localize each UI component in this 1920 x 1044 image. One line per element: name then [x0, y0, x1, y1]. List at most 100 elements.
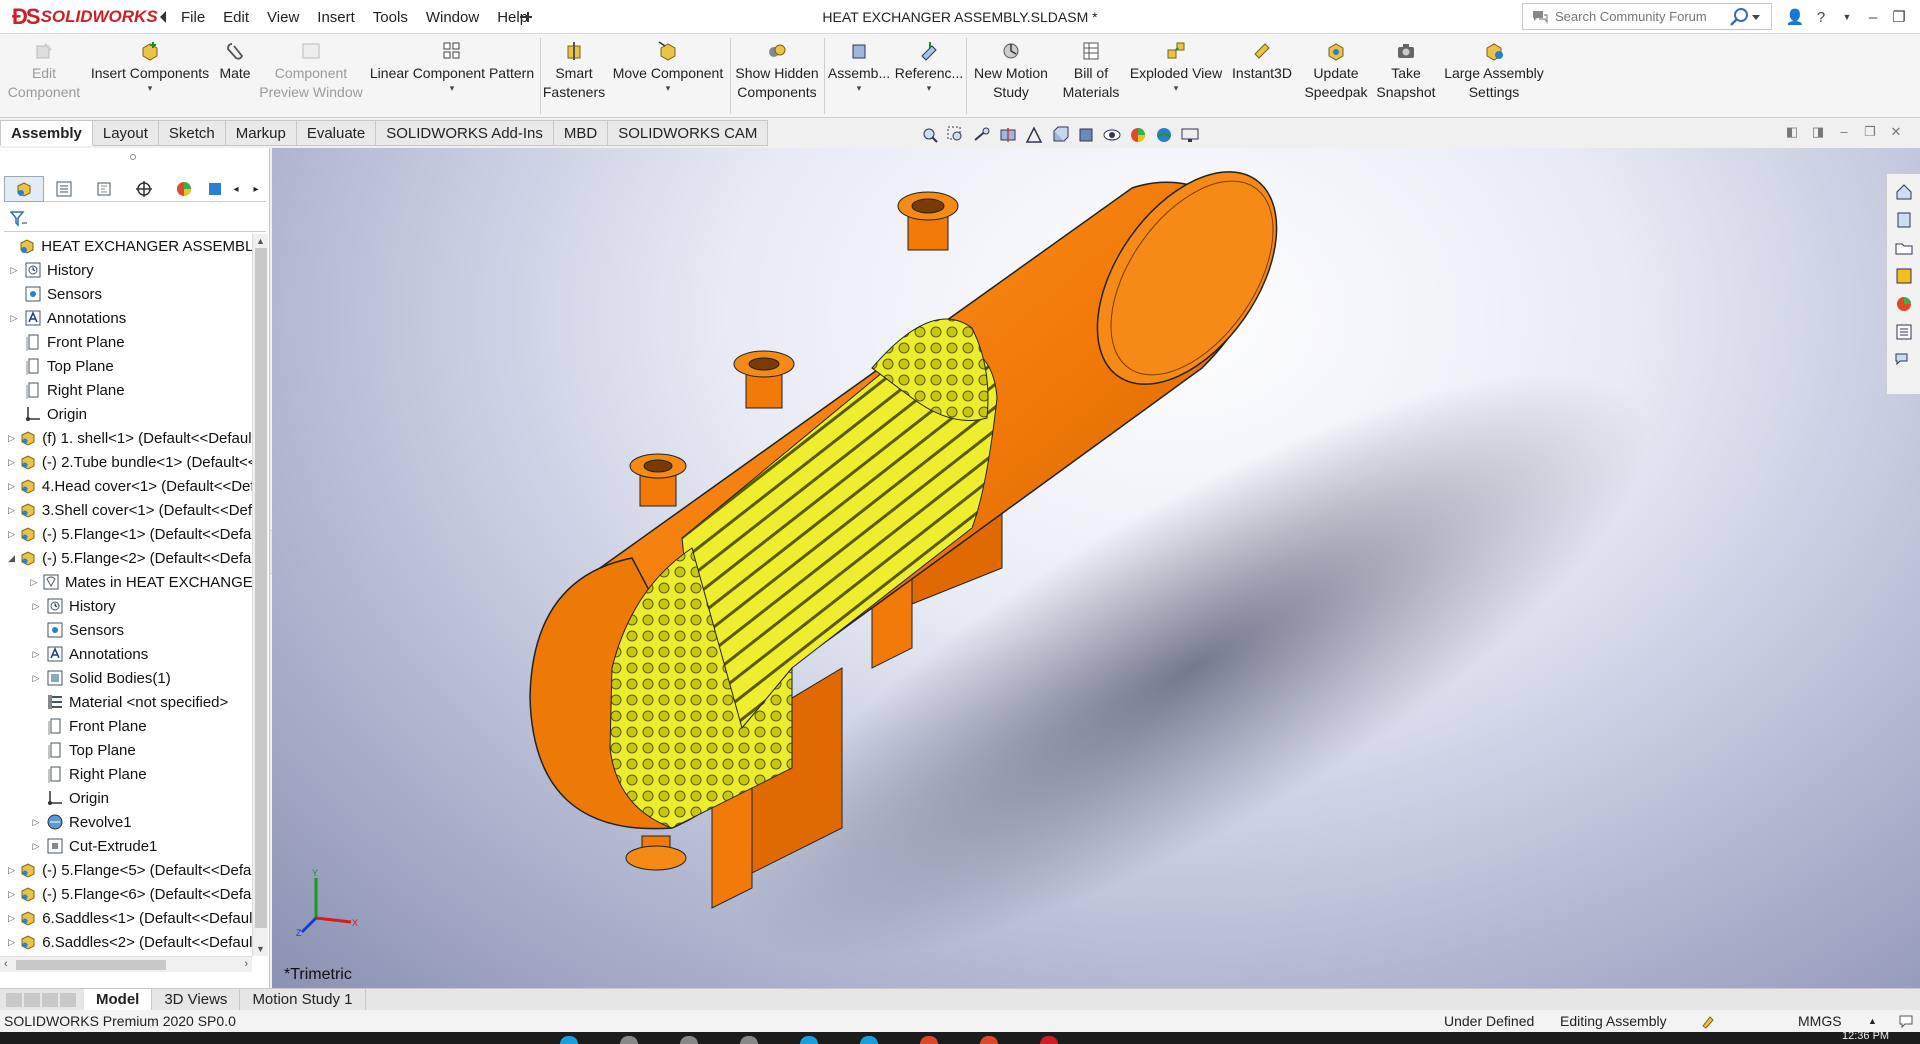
update-speedpak-button[interactable]: Update Speedpak: [1300, 40, 1372, 114]
apply-scene-icon[interactable]: [1154, 125, 1174, 145]
feature-manager-tab[interactable]: [4, 176, 44, 202]
chevron-right-icon[interactable]: ▷: [8, 528, 15, 540]
first-tab-icon[interactable]: [6, 992, 22, 1007]
viewport-restore-icon[interactable]: ❐: [1862, 124, 1878, 140]
edit-appearance-icon[interactable]: [1128, 125, 1148, 145]
chevron-right-icon[interactable]: ▷: [8, 432, 15, 444]
edit-component-button[interactable]: Edit Component: [6, 40, 82, 114]
chevron-down-icon[interactable]: ▾: [927, 83, 932, 93]
units-menu-arrow[interactable]: ▲: [1868, 1010, 1877, 1032]
forum-icon[interactable]: [1894, 350, 1914, 370]
split-view-icon[interactable]: ◧: [1784, 124, 1800, 140]
restore-icon[interactable]: ❐: [1886, 8, 1912, 26]
chevron-right-icon[interactable]: ▷: [30, 816, 42, 828]
search-dropdown-icon[interactable]: [1751, 12, 1761, 22]
dynamic-annotation-icon[interactable]: [1024, 125, 1044, 145]
chevron-right-icon[interactable]: ▷: [8, 312, 20, 324]
scroll-thumb[interactable]: [255, 248, 267, 928]
viewport-close-icon[interactable]: ✕: [1888, 124, 1904, 140]
tree-filter[interactable]: [4, 206, 266, 232]
scroll-up-icon[interactable]: ▲: [256, 236, 265, 246]
property-manager-tab[interactable]: [44, 176, 84, 202]
last-tab-icon[interactable]: [60, 992, 76, 1007]
chevron-right-icon[interactable]: ▷: [30, 672, 42, 684]
help-icon[interactable]: ?: [1808, 9, 1834, 26]
chevron-down-icon[interactable]: ▾: [450, 83, 455, 93]
tree-item[interactable]: ▷ Annotations: [0, 306, 252, 330]
scroll-left-icon[interactable]: ‹: [4, 958, 8, 970]
solidworks-logo[interactable]: ƉS SOLIDWORKS: [12, 4, 158, 30]
tab-layout[interactable]: Layout: [92, 120, 159, 146]
tab-3d-views[interactable]: 3D Views: [152, 988, 241, 1011]
tab-markup[interactable]: Markup: [225, 120, 297, 146]
tree-item[interactable]: ▷ 4.Head cover<1> (Default<<Default>_Disp…: [0, 474, 252, 498]
tree-item[interactable]: ▷ (-) 5.Flange<1> (Default<<Default>_Disp…: [0, 522, 252, 546]
menu-edit[interactable]: Edit: [214, 9, 258, 26]
insert-components-button[interactable]: Insert Components ▾: [88, 40, 212, 114]
tree-item[interactable]: Top Plane: [0, 738, 252, 762]
tooltip-chat-icon[interactable]: [1898, 1013, 1914, 1029]
chevron-right-icon[interactable]: ▷: [8, 264, 20, 276]
section-view-icon[interactable]: [998, 125, 1018, 145]
user-icon[interactable]: 👤: [1782, 8, 1808, 26]
move-component-button[interactable]: Move Component ▾: [608, 40, 728, 114]
taskbar-app-icon[interactable]: [620, 1036, 638, 1044]
tree-item[interactable]: ▷ History: [0, 594, 252, 618]
taskbar-app-icon[interactable]: [860, 1036, 878, 1044]
tree-item[interactable]: ▷ Cut-Extrude1: [0, 834, 252, 858]
tree-item[interactable]: HEAT EXCHANGER ASSEMBLY (Default<Display…: [0, 234, 252, 258]
tree-item[interactable]: ▷ (-) 5.Flange<5> (Default<<Default>_Disp…: [0, 858, 252, 882]
chevron-right-icon[interactable]: ▷: [8, 504, 15, 516]
chevron-down-icon[interactable]: ▾: [148, 83, 153, 93]
tree-item[interactable]: ▷ 6.Saddles<2> (Default<<Default>_Display…: [0, 930, 252, 954]
display-manager-tab[interactable]: [164, 176, 204, 202]
search-input[interactable]: [1555, 9, 1725, 24]
chevron-right-icon[interactable]: ▷: [8, 888, 15, 900]
component-preview-button[interactable]: Component Preview Window: [258, 40, 364, 114]
split-view-right-icon[interactable]: ◨: [1810, 124, 1826, 140]
menu-view[interactable]: View: [258, 9, 308, 26]
instant3d-button[interactable]: Instant3D: [1226, 40, 1298, 114]
chevron-right-icon[interactable]: ▷: [8, 936, 15, 948]
zoom-to-fit-icon[interactable]: [920, 125, 940, 145]
tab-cam[interactable]: SOLIDWORKS CAM: [608, 120, 769, 146]
chevron-down-icon[interactable]: ▾: [666, 83, 671, 93]
show-hidden-components-button[interactable]: Show Hidden Components: [732, 40, 822, 114]
reference-geometry-button[interactable]: Referenc... ▾: [894, 40, 964, 114]
panel-collapse-handle[interactable]: [130, 154, 136, 160]
previous-view-icon[interactable]: [972, 125, 992, 145]
close-icon[interactable]: ✕: [1912, 8, 1920, 26]
next-tab-icon[interactable]: [42, 992, 58, 1007]
smart-fasteners-button[interactable]: Smart Fasteners: [542, 40, 606, 114]
taskbar-app-icon[interactable]: [920, 1036, 938, 1044]
taskbar-app-icon[interactable]: [740, 1036, 758, 1044]
tree-item[interactable]: ▷ 6.Saddles<1> (Default<<Default>_Display…: [0, 906, 252, 930]
tree-item[interactable]: ▷ History: [0, 258, 252, 282]
chevron-right-icon[interactable]: ▷: [30, 648, 42, 660]
pin-menu-icon[interactable]: [518, 9, 534, 25]
menu-insert[interactable]: Insert: [308, 9, 364, 26]
taskbar-app-icon[interactable]: [980, 1036, 998, 1044]
tree-item[interactable]: ▷ Mates in HEAT EXCHANGER ASSEMBLY: [0, 570, 252, 594]
chevron-right-icon[interactable]: ▷: [30, 840, 42, 852]
tree-horizontal-scrollbar[interactable]: ‹ ›: [0, 956, 252, 972]
chevron-down-icon[interactable]: ▾: [857, 83, 862, 93]
taskbar-app-icon[interactable]: [800, 1036, 818, 1044]
tree-item[interactable]: Right Plane: [0, 378, 252, 402]
large-assembly-settings-button[interactable]: Large Assembly Settings: [1440, 40, 1548, 114]
tree-item[interactable]: ◢ (-) 5.Flange<2> (Default<<Default>_Disp…: [0, 546, 252, 570]
appearances-icon[interactable]: [1894, 294, 1914, 314]
chevron-right-icon[interactable]: ▷: [30, 600, 42, 612]
tree-item[interactable]: Origin: [0, 402, 252, 426]
tree-item[interactable]: ▷ 3.Shell cover<1> (Default<<Default>_Dis…: [0, 498, 252, 522]
tab-mbd[interactable]: MBD: [553, 120, 609, 146]
hide-show-items-icon[interactable]: [1102, 125, 1122, 145]
tab-motion-study[interactable]: Motion Study 1: [240, 988, 366, 1011]
tree-item[interactable]: ▷ Solid Bodies(1): [0, 666, 252, 690]
mate-button[interactable]: Mate: [214, 40, 256, 114]
view-orientation-icon[interactable]: [1050, 125, 1070, 145]
tabs-scroll-left[interactable]: ◂: [226, 176, 246, 202]
heat-exchanger-model[interactable]: [272, 148, 1920, 988]
search-box[interactable]: [1522, 3, 1772, 30]
tree-item[interactable]: Front Plane: [0, 330, 252, 354]
